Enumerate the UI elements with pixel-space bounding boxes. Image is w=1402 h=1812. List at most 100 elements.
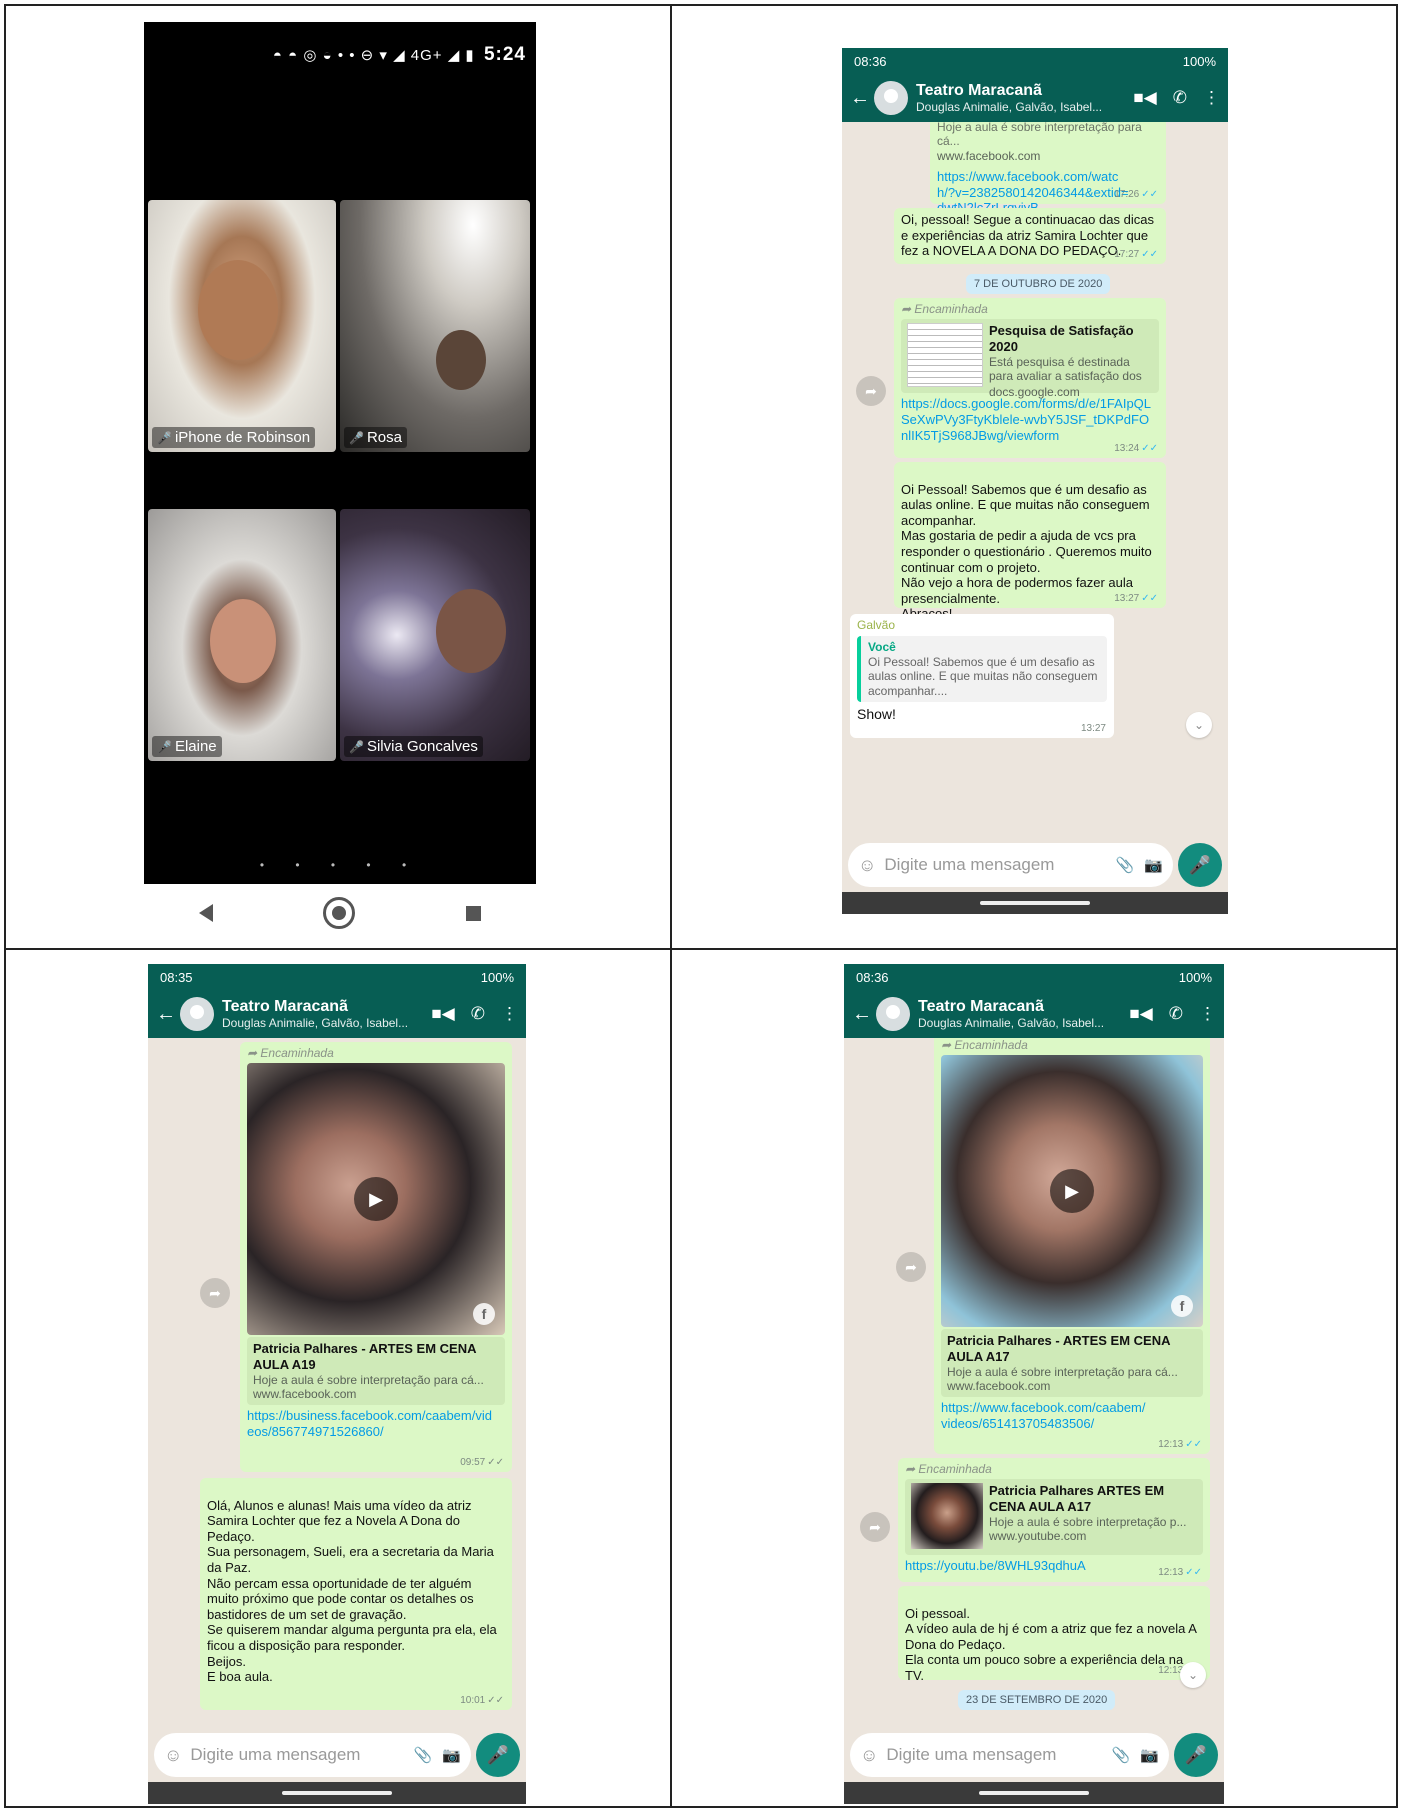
attach-icon[interactable]: 📎 [414,1746,433,1764]
participant-label: 🎤 iPhone de Robinson [152,427,316,448]
video-call-icon[interactable]: ■◀ [431,1004,454,1024]
back-arrow-icon[interactable]: ← [852,1003,872,1026]
mic-icon[interactable]: 🎤 [476,1733,520,1777]
participant-tile[interactable]: 🎤 Rosa [340,200,530,452]
message-list[interactable]: Hoje a aula é sobre interpretação para c… [842,122,1228,824]
sender-name: Galvão [857,618,896,632]
message-bubble[interactable]: ➦ Encaminhada Patricia Palhares ARTES EM… [898,1458,1210,1582]
participant-tile[interactable]: 🎤 Silvia Goncalves [340,509,530,761]
message-input[interactable]: ☺ Digite uma mensagem 📎 📷 [850,1733,1169,1777]
quoted-message[interactable]: Você Oi Pessoal! Sabemos que é um desafi… [857,636,1107,702]
message-list[interactable]: ➦ ➦ Encaminhada ▶ f Patricia Palhares - … [148,1038,526,1714]
date-separator: 23 DE SETEMBRO DE 2020 [958,1690,1116,1710]
message-list[interactable]: ➦ ➦ Encaminhada ▶ f Patricia Palhares - … [844,1038,1224,1714]
message-bubble[interactable]: Oi pessoal. A vídeo aula de hj é com a a… [898,1586,1210,1683]
chat-title[interactable]: Teatro Maracanã Douglas Animalie, Galvão… [916,82,1117,114]
share-icon[interactable]: ➦ [856,376,886,406]
status-bar: 08:36 100% [844,964,1224,990]
status-bar: ◓ ◓ ◎ ◒ • • ⊖ ▾ ◢ 4G+ ◢ ▮ 5:24 [273,44,526,66]
play-icon[interactable]: ▶ [1050,1169,1094,1214]
message-bubble[interactable]: Oi, pessoal! Segue a continuacao das dic… [894,208,1166,264]
chat-title[interactable]: Teatro Maracanã Douglas Animalie, Galvão… [222,998,415,1030]
link-preview[interactable]: Pesquisa de Satisfação 2020 Está pesquis… [901,319,1159,399]
share-icon[interactable]: ➦ [860,1512,890,1542]
link-preview-title: Patricia Palhares - ARTES EM CENA AULA A… [947,1333,1170,1364]
camera-icon[interactable]: 📷 [1144,856,1163,874]
message-time: 13:24 ✓✓ [1114,443,1158,454]
emoji-icon[interactable]: ☺ [860,1745,878,1766]
scroll-down-icon[interactable]: ⌄ [1186,712,1212,738]
message-time: 12:13✓✓ [1158,1439,1202,1450]
message-link[interactable]: https://www.facebook.com/caabem/videos/6… [941,1400,1203,1431]
group-avatar[interactable] [180,997,214,1031]
message-input[interactable]: ☺ Digite uma mensagem 📎 📷 [154,1733,471,1777]
link-preview[interactable]: Patricia Palhares ARTES EM CENA AULA A17… [905,1479,1203,1556]
back-arrow-icon[interactable]: ← [850,87,870,110]
more-icon[interactable]: ⋮ [1203,88,1220,108]
document-thumbnail [907,323,983,388]
whatsapp-screen: 08:36 100% ← Teatro Maracanã Douglas Ani… [844,964,1224,1804]
message-bubble[interactable]: Olá, Alunos e alunas! Mais uma vídeo da … [200,1478,512,1710]
chat-title[interactable]: Teatro Maracanã Douglas Animalie, Galvão… [918,998,1113,1030]
group-avatar[interactable] [874,81,908,115]
participant-tile[interactable]: 🎤 iPhone de Robinson [148,200,336,452]
message-input[interactable]: ☺ Digite uma mensagem 📎 📷 [848,843,1173,887]
emoji-icon[interactable]: ☺ [164,1745,182,1766]
link-preview[interactable]: Patricia Palhares - ARTES EM CENA AULA A… [247,1337,505,1406]
quoted-text: Oi Pessoal! Sabemos que é um desafio as … [868,654,1098,698]
more-icon[interactable]: ⋮ [501,1004,518,1024]
scroll-down-icon[interactable]: ⌄ [1180,1662,1206,1688]
mic-icon[interactable]: 🎤 [1174,1733,1218,1777]
video-thumbnail[interactable]: ▶ f [941,1055,1203,1328]
phone-icon[interactable]: ✆ [471,1004,485,1024]
gesture-bar [844,1782,1224,1804]
share-icon[interactable]: ➦ [200,1278,230,1308]
message-link[interactable]: https://docs.google.com/forms/d/e/1FAIpQ… [901,396,1159,443]
play-icon[interactable]: ▶ [354,1177,398,1222]
phone-icon[interactable]: ✆ [1169,1004,1183,1024]
home-icon[interactable] [323,897,356,929]
forwarded-label: ➦ Encaminhada [905,1462,992,1476]
mic-icon[interactable]: 🎤 [1178,843,1222,887]
video-call-icon[interactable]: ■◀ [1133,88,1156,108]
android-nav-bar [144,884,536,942]
read-ticks-icon: ✓✓ [1141,189,1158,200]
gesture-bar [148,1782,526,1804]
camera-icon[interactable]: 📷 [442,1746,461,1764]
mic-off-icon: 🎤 [157,431,172,445]
attach-icon[interactable]: 📎 [1116,856,1135,874]
page-indicator[interactable]: • • • • • [144,858,536,872]
video-call-icon[interactable]: ■◀ [1129,1004,1152,1024]
phone-icon[interactable]: ✆ [1173,88,1187,108]
message-bubble[interactable]: Oi Pessoal! Sabemos que é um desafio as … [894,462,1166,621]
video-call-screen: ◓ ◓ ◎ ◒ • • ⊖ ▾ ◢ 4G+ ◢ ▮ 5:24 🎤 iPhone d… [144,22,536,884]
message-text: Olá, Alunos e alunas! Mais uma vídeo da … [207,1497,497,1685]
group-avatar[interactable] [876,997,910,1031]
message-time: 17:26 ✓✓ [1114,189,1158,200]
participant-face [198,260,278,360]
back-arrow-icon[interactable]: ← [156,1003,176,1026]
attach-icon[interactable]: 📎 [1112,1746,1131,1764]
back-icon[interactable] [199,904,214,922]
forward-icon: ➦ [905,1462,919,1476]
input-placeholder: Digite uma mensagem [884,855,1055,874]
message-bubble[interactable]: ➦ Encaminhada ▶ f Patricia Palhares - AR… [934,1038,1210,1454]
message-bubble[interactable]: ➦ Encaminhada ▶ f Patricia Palhares - AR… [240,1042,512,1472]
read-ticks-icon: ✓✓ [1185,1439,1202,1450]
link-preview[interactable]: Patricia Palhares - ARTES EM CENA AULA A… [941,1329,1203,1398]
reply-bubble[interactable]: Galvão Você Oi Pessoal! Sabemos que é um… [850,614,1114,738]
more-icon[interactable]: ⋮ [1199,1004,1216,1024]
participant-tile[interactable]: 🎤 Elaine [148,509,336,761]
camera-icon[interactable]: 📷 [1140,1746,1159,1764]
share-icon[interactable]: ➦ [896,1252,926,1282]
chat-header: ← Teatro Maracanã Douglas Animalie, Galv… [148,990,526,1038]
message-bubble[interactable]: ➦ Encaminhada Pesquisa de Satisfação 202… [894,298,1166,458]
video-thumbnail[interactable]: ▶ f [247,1063,505,1336]
message-link[interactable]: https://business.facebook.com/caabem/vid… [247,1408,505,1439]
message-bubble[interactable]: Hoje a aula é sobre interpretação para c… [930,122,1166,215]
emoji-icon[interactable]: ☺ [858,855,876,876]
recents-icon[interactable] [465,905,481,921]
facebook-icon: f [1171,1295,1193,1318]
whatsapp-screen: 08:35 100% ← Teatro Maracanã Douglas Ani… [148,964,526,1804]
status-time: 5:24 [483,44,526,65]
